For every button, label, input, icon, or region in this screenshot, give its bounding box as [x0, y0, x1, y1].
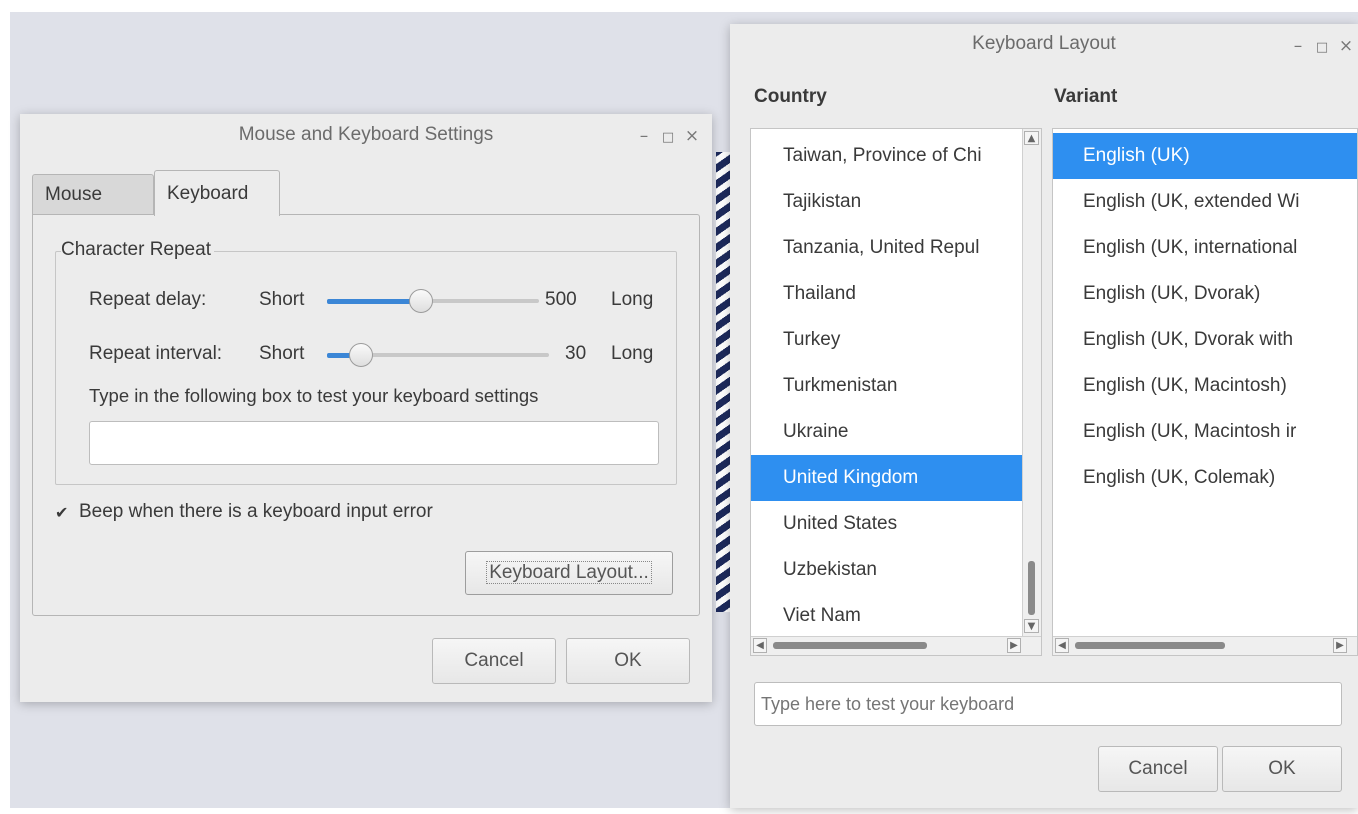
repeat-interval-short-label: Short: [259, 343, 305, 364]
country-list-item[interactable]: United States: [751, 501, 1041, 547]
variant-list-item[interactable]: English (UK, Macintosh ir: [1053, 409, 1357, 455]
repeat-delay-value: 500: [545, 289, 577, 310]
variant-list-item[interactable]: English (UK, Macintosh): [1053, 363, 1357, 409]
beep-checkbox[interactable]: ✔ Beep when there is a keyboard input er…: [55, 499, 515, 529]
scrollbar-thumb[interactable]: [773, 642, 927, 649]
country-horizontal-scrollbar[interactable]: ◀ ▶: [751, 636, 1041, 655]
cancel-button[interactable]: Cancel: [432, 638, 556, 684]
ok-button-label: OK: [1268, 758, 1296, 779]
country-list-item[interactable]: United Kingdom: [751, 455, 1041, 501]
scrollbar-thumb[interactable]: [1075, 642, 1225, 649]
variant-list-item[interactable]: English (UK, Dvorak): [1053, 271, 1357, 317]
tab-keyboard[interactable]: Keyboard: [154, 170, 280, 216]
close-icon[interactable]: ×: [1334, 36, 1358, 56]
country-list-item[interactable]: Turkmenistan: [751, 363, 1041, 409]
maximize-icon[interactable]: □: [1310, 40, 1334, 55]
variant-list-item[interactable]: English (UK, international: [1053, 225, 1357, 271]
tab-mouse[interactable]: Mouse: [32, 174, 154, 214]
variant-list[interactable]: English (UK) English (UK, extended Wi Engl…: [1052, 128, 1358, 656]
variant-list-item[interactable]: English (UK, Colemak): [1053, 455, 1357, 501]
ok-button[interactable]: OK: [1222, 746, 1342, 792]
repeat-delay-long-label: Long: [611, 289, 654, 310]
window-title: Mouse and Keyboard Settings: [238, 124, 494, 145]
scroll-down-icon[interactable]: ▼: [1024, 619, 1039, 633]
slider-knob[interactable]: [409, 289, 433, 313]
title-bar[interactable]: Mouse and Keyboard Settings – □ ×: [20, 114, 712, 154]
scroll-right-icon[interactable]: ▶: [1007, 638, 1021, 653]
close-icon[interactable]: ×: [680, 126, 704, 146]
repeat-interval-label: Repeat interval:: [89, 343, 223, 364]
country-list-item[interactable]: Turkey: [751, 317, 1041, 363]
variant-horizontal-scrollbar[interactable]: ◀ ▶: [1053, 636, 1357, 655]
country-vertical-scrollbar[interactable]: ▲ ▼: [1022, 129, 1041, 637]
keyboard-layout-button[interactable]: Keyboard Layout...: [465, 551, 673, 595]
repeat-interval-slider[interactable]: [327, 341, 549, 369]
keyboard-layout-button-label: Keyboard Layout...: [486, 561, 652, 584]
ok-button-label: OK: [614, 650, 642, 671]
title-bar[interactable]: Keyboard Layout – □ ×: [730, 24, 1358, 64]
beep-checkbox-label: Beep when there is a keyboard input erro…: [79, 501, 433, 522]
minimize-icon[interactable]: –: [1286, 36, 1310, 56]
mouse-keyboard-settings-window: Mouse and Keyboard Settings – □ × Mouse Ke…: [20, 114, 712, 702]
repeat-delay-label: Repeat delay:: [89, 289, 207, 310]
keyboard-test-input[interactable]: [89, 421, 659, 465]
repeat-interval-long-label: Long: [611, 343, 654, 364]
window-title: Keyboard Layout: [972, 33, 1116, 54]
scroll-right-icon[interactable]: ▶: [1333, 638, 1347, 653]
tab-keyboard-label: Keyboard: [167, 183, 249, 204]
slider-knob[interactable]: [349, 343, 373, 367]
scrollbar-thumb[interactable]: [1028, 561, 1035, 615]
repeat-delay-slider[interactable]: [327, 287, 543, 315]
country-header: Country: [754, 86, 827, 107]
scroll-left-icon[interactable]: ◀: [753, 638, 767, 653]
window-controls: – □ ×: [1286, 36, 1358, 56]
repeat-interval-value: 30: [565, 343, 587, 364]
group-title: Character Repeat: [61, 239, 214, 261]
variant-list-item[interactable]: English (UK, extended Wi: [1053, 179, 1357, 225]
window-controls: – □ ×: [632, 126, 704, 146]
tab-mouse-label: Mouse: [45, 184, 103, 205]
country-list-item[interactable]: Uzbekistan: [751, 547, 1041, 593]
scroll-up-icon[interactable]: ▲: [1024, 131, 1039, 145]
cancel-button[interactable]: Cancel: [1098, 746, 1218, 792]
variant-list-item[interactable]: English (UK): [1053, 133, 1357, 179]
country-list-item[interactable]: Tanzania, United Repul: [751, 225, 1041, 271]
cancel-button-label: Cancel: [1128, 758, 1188, 779]
scroll-left-icon[interactable]: ◀: [1055, 638, 1069, 653]
variant-list-item[interactable]: English (UK, Dvorak with: [1053, 317, 1357, 363]
ok-button[interactable]: OK: [566, 638, 690, 684]
country-list-item[interactable]: Viet Nam: [751, 593, 1041, 639]
cancel-button-label: Cancel: [464, 650, 524, 671]
maximize-icon[interactable]: □: [656, 130, 680, 145]
checkmark-icon: ✔: [55, 503, 69, 522]
keyboard-tab-page: Character Repeat Repeat delay: Short 500…: [32, 214, 700, 616]
country-list-item[interactable]: Taiwan, Province of Chi: [751, 133, 1041, 179]
minimize-icon[interactable]: –: [632, 126, 656, 146]
keyboard-layout-window: Keyboard Layout – □ × Country Variant Taiw…: [730, 24, 1358, 808]
country-list-item[interactable]: Ukraine: [751, 409, 1041, 455]
keyboard-test-input[interactable]: [754, 682, 1342, 726]
test-prompt: Type in the following box to test your k…: [89, 385, 539, 406]
repeat-delay-short-label: Short: [259, 289, 305, 310]
variant-header: Variant: [1054, 86, 1118, 107]
country-list-item[interactable]: Thailand: [751, 271, 1041, 317]
country-list-item[interactable]: Tajikistan: [751, 179, 1041, 225]
country-list[interactable]: Taiwan, Province of Chi Tajikistan Tanzani…: [750, 128, 1042, 656]
